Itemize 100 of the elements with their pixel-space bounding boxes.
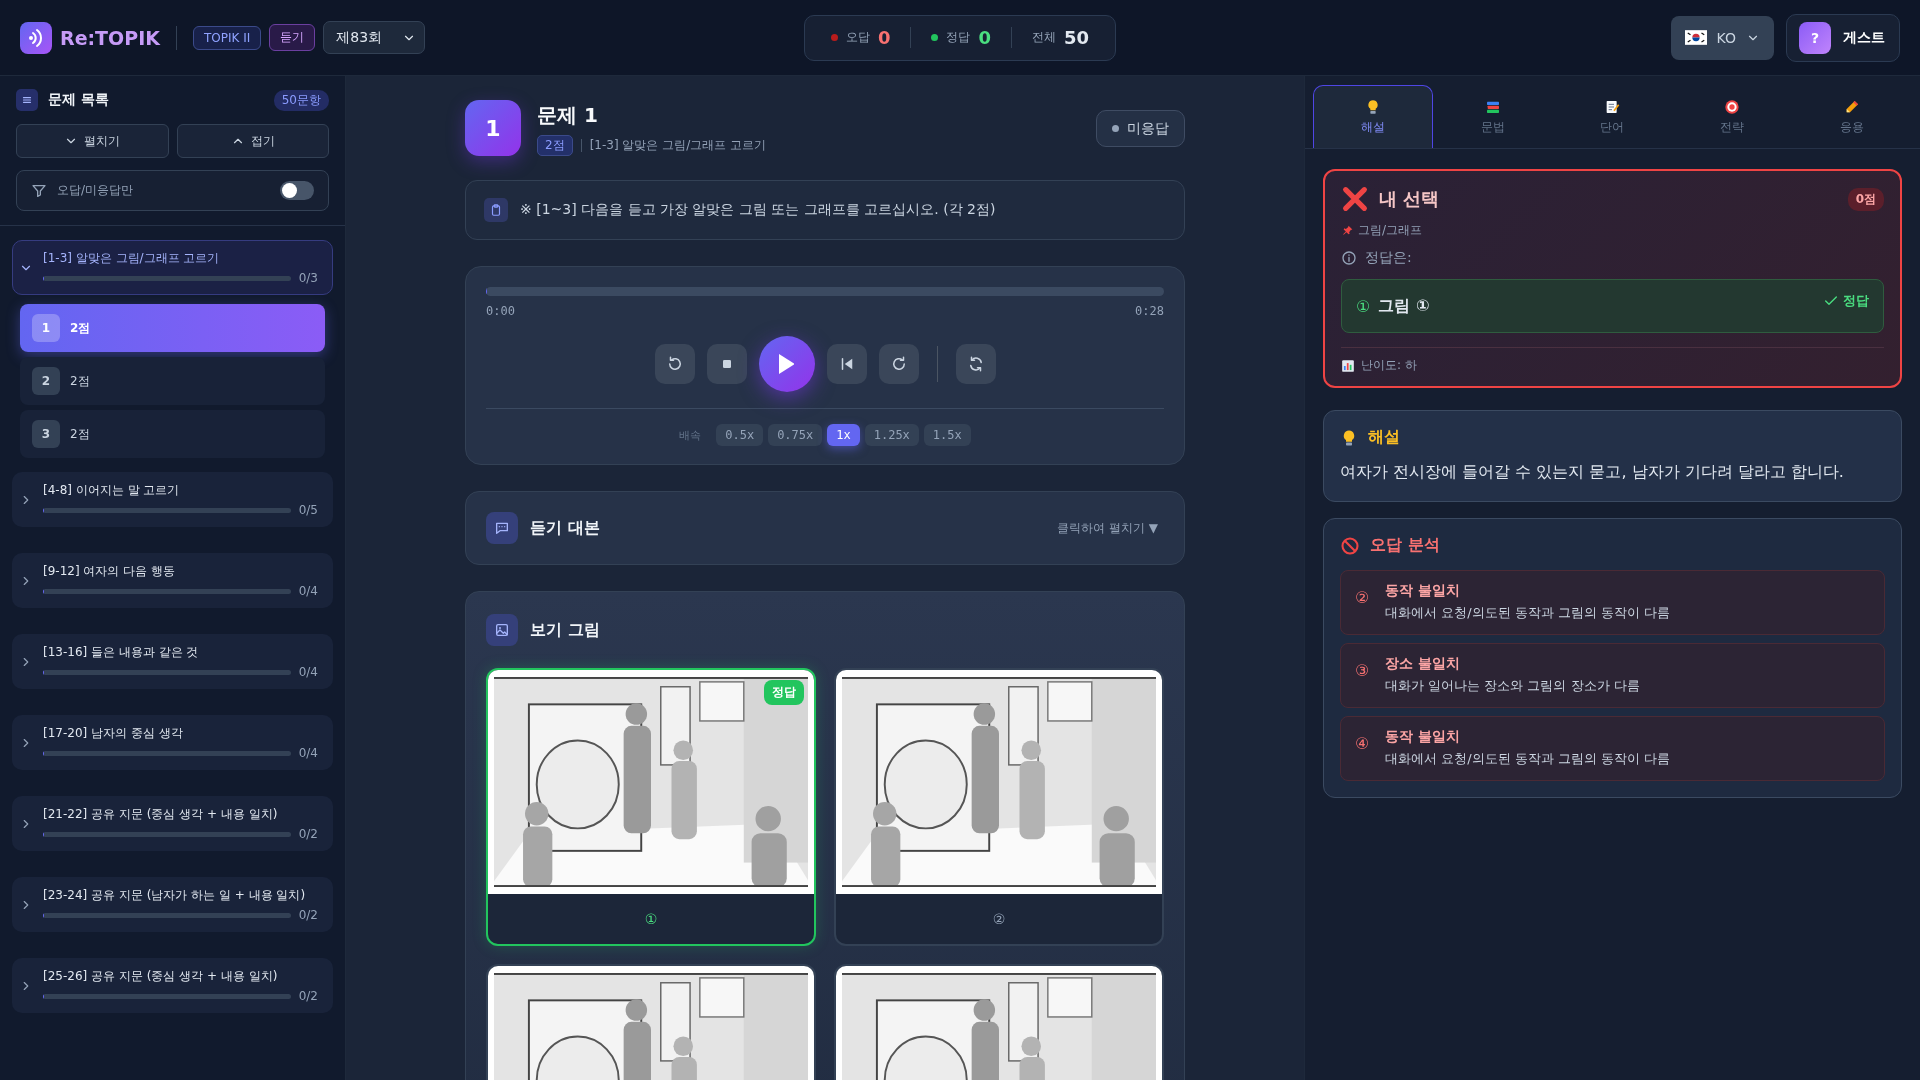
progress-text: 0/4 [298, 584, 318, 598]
difficulty-text: 난이도: 하 [1361, 357, 1417, 374]
stat-label: 오답 [845, 29, 870, 46]
filter-label: 오답/미응답만 [57, 182, 134, 199]
correct-badge: 정답 [764, 680, 804, 705]
stat-label: 정답 [946, 29, 971, 46]
repeat-button[interactable] [955, 344, 996, 384]
total-time: 0:28 [1135, 304, 1164, 318]
section-title: 보기 그림 [530, 619, 600, 641]
progress-text: 0/4 [298, 746, 318, 760]
target-icon [1724, 98, 1741, 115]
answer-label: 정답은: [1365, 249, 1412, 267]
group-title: [21-22] 공유 지문 (중심 생각 + 내용 일치) [43, 806, 279, 823]
option-card[interactable]: ② [834, 668, 1164, 946]
avatar: ? [1799, 21, 1831, 54]
sidebar-title: 문제 목록 [48, 91, 109, 109]
question-item[interactable]: 3 2점 [20, 410, 325, 458]
card-title: 오답 분석 [1370, 535, 1440, 556]
question-group[interactable]: [9-12] 여자의 다음 행동 0/4 [12, 553, 333, 608]
tab[interactable]: 전략 [1672, 85, 1793, 148]
memo-icon [1604, 98, 1621, 115]
stat-value: 0 [978, 27, 991, 48]
question-group[interactable]: [1-3] 알맞은 그림/그래프 고르기 0/3 [12, 240, 333, 295]
skip-back-button[interactable] [826, 344, 867, 384]
question-group[interactable]: [17-20] 남자의 중심 생각 0/4 [12, 715, 333, 770]
expand-toggle[interactable]: 클릭하여 펼치기 ▼ [1051, 518, 1164, 538]
item-title: 동작 불일치 [1385, 728, 1461, 746]
group-title: [9-12] 여자의 다음 행동 [43, 563, 177, 580]
logo-icon [20, 21, 52, 54]
speed-button[interactable]: 1.25x [864, 424, 919, 446]
cross-icon [1341, 185, 1369, 213]
speed-button[interactable]: 0.5x [716, 424, 764, 446]
question-group[interactable]: [25-26] 공유 지문 (중심 생각 + 내용 일치) 0/2 [12, 958, 333, 1013]
question-item[interactable]: 2 2점 [20, 357, 325, 405]
item-number: ② [1355, 587, 1371, 609]
level-badge: TOPIK II [192, 25, 262, 50]
card-title: 해설 [1368, 427, 1400, 448]
question-number: 3 [32, 420, 60, 448]
progress-text: 0/3 [298, 271, 318, 285]
info-icon [1341, 250, 1357, 266]
item-number: ④ [1355, 733, 1371, 755]
play-icon [778, 354, 795, 374]
progress-text: 0/2 [298, 908, 318, 922]
group-title: [1-3] 알맞은 그림/그래프 고르기 [43, 250, 221, 267]
stop-button[interactable] [706, 344, 747, 384]
question-title: 문제 1 [537, 102, 599, 129]
score-badge: 0점 [1847, 187, 1884, 211]
points-badge: 2점 [537, 135, 573, 156]
flag-icon [1684, 30, 1707, 45]
answer-number: ① [1356, 296, 1371, 316]
round-select[interactable]: 제83회 [323, 21, 426, 54]
image-icon [494, 622, 510, 638]
correct-label: 정답 [1843, 292, 1869, 310]
play-button[interactable] [758, 336, 815, 392]
card-title: 내 선택 [1379, 187, 1440, 211]
language-select[interactable]: KO [1670, 15, 1774, 60]
group-title: [17-20] 남자의 중심 생각 [43, 725, 184, 742]
question-number: 1 [32, 314, 60, 342]
chat-icon [494, 520, 510, 536]
speed-label: 배속 [679, 427, 702, 443]
user-button[interactable]: ? 게스트 [1786, 13, 1900, 62]
collapse-button[interactable]: 접기 [176, 124, 329, 158]
question-item[interactable]: 1 2점 [20, 304, 325, 352]
question-group[interactable]: [23-24] 공유 지문 (남자가 하는 일 + 내용 일치) 0/2 [12, 877, 333, 932]
expand-button[interactable]: 펼치기 [16, 124, 169, 158]
status-dot [1112, 125, 1119, 132]
tab[interactable]: 해설 [1313, 85, 1433, 148]
section-badge: 듣기 [269, 24, 316, 51]
group-title: [25-26] 공유 지문 (중심 생각 + 내용 일치) [43, 968, 279, 985]
explanation-text: 여자가 전시장에 들어갈 수 있는지 묻고, 남자가 기다려 달라고 합니다. [1340, 462, 1845, 483]
item-text: 대화에서 요청/의도된 동작과 그림의 동작이 다름 [1385, 604, 1672, 622]
item-title: 동작 불일치 [1385, 582, 1461, 600]
filter-icon [31, 182, 47, 199]
tab[interactable]: 응용 [1792, 85, 1912, 148]
group-title: [13-16] 들은 내용과 같은 것 [43, 644, 200, 661]
speed-button[interactable]: 1x [827, 424, 860, 446]
category-text: [1-3] 알맞은 그림/그래프 고르기 [589, 137, 767, 154]
pencil-icon [1844, 98, 1861, 115]
speed-button[interactable]: 0.75x [768, 424, 823, 446]
progress-text: 0/4 [298, 665, 318, 679]
stat-value: 50 [1064, 27, 1090, 48]
answer-text: 그림 ① [1378, 295, 1430, 317]
item-text: 대화가 일어나는 장소와 그림의 장소가 다름 [1385, 677, 1641, 695]
replay-button[interactable] [654, 344, 695, 384]
toggle-switch[interactable] [280, 181, 314, 200]
question-group[interactable]: [13-16] 들은 내용과 같은 것 0/4 [12, 634, 333, 689]
progress-text: 0/5 [298, 503, 318, 517]
section-title: 듣기 대본 [530, 517, 600, 539]
option-card[interactable]: ① 정답 [486, 668, 816, 946]
tab[interactable]: 문법 [1432, 85, 1553, 148]
audio-progress-track[interactable] [486, 287, 1164, 296]
forward-button[interactable] [878, 344, 919, 384]
question-number-badge: 1 [465, 100, 521, 156]
option-label: ② [992, 911, 1006, 927]
tab[interactable]: 단어 [1552, 85, 1673, 148]
item-number: ③ [1355, 660, 1371, 682]
speed-button[interactable]: 1.5x [923, 424, 971, 446]
chart-icon [1341, 358, 1355, 373]
question-group[interactable]: [4-8] 이어지는 말 고르기 0/5 [12, 472, 333, 527]
question-group[interactable]: [21-22] 공유 지문 (중심 생각 + 내용 일치) 0/2 [12, 796, 333, 851]
